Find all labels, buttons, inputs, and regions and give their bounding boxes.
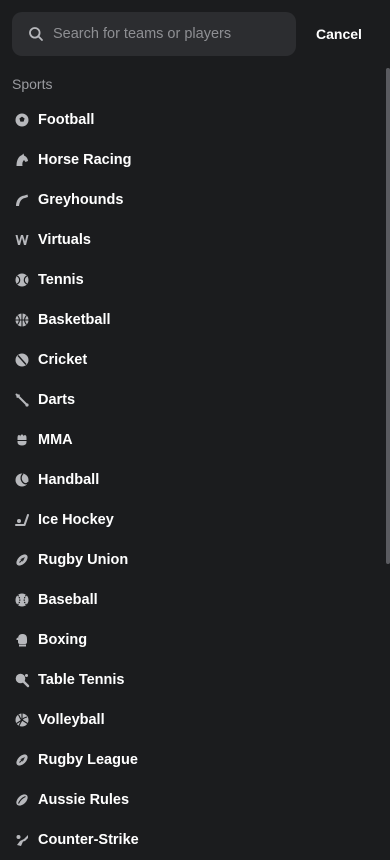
scrollbar[interactable]: [386, 68, 390, 564]
sport-item-rugby-league[interactable]: Rugby League: [0, 740, 386, 780]
sport-item-handball[interactable]: Handball: [0, 460, 386, 500]
sport-item-label: Counter-Strike: [38, 832, 139, 848]
sport-item-label: Handball: [38, 472, 100, 488]
search-header: Cancel: [0, 0, 390, 68]
sport-item-cricket[interactable]: Cricket: [0, 340, 386, 380]
counter-strike-icon: [14, 832, 30, 848]
sport-item-label: Tennis: [38, 272, 84, 288]
sport-item-label: Cricket: [38, 352, 88, 368]
sport-item-volleyball[interactable]: Volleyball: [0, 700, 386, 740]
sport-item-boxing[interactable]: Boxing: [0, 620, 386, 660]
sport-item-tennis[interactable]: Tennis: [0, 260, 386, 300]
sport-item-horse-racing[interactable]: Horse Racing: [0, 140, 386, 180]
sport-item-darts[interactable]: Darts: [0, 380, 386, 420]
sport-item-label: Rugby League: [38, 752, 138, 768]
section-title-sports: Sports: [12, 76, 53, 92]
tennis-icon: [14, 272, 30, 288]
virtuals-icon: [14, 232, 30, 248]
rugby-league-icon: [14, 752, 30, 768]
sport-item-aussie-rules[interactable]: Aussie Rules: [0, 780, 386, 820]
sport-item-baseball[interactable]: Baseball: [0, 580, 386, 620]
sport-item-label: Boxing: [38, 632, 88, 648]
sport-item-counter-strike[interactable]: Counter-Strike: [0, 820, 386, 860]
rugby-union-icon: [14, 552, 30, 568]
horse-racing-icon: [14, 152, 30, 168]
sport-item-football[interactable]: Football: [0, 100, 386, 140]
sports-list: Football Horse Racing Greyhounds Virtuals Te…: [0, 100, 386, 860]
sport-item-label: Ice Hockey: [38, 512, 114, 528]
handball-icon: [14, 472, 30, 488]
sport-item-table-tennis[interactable]: Table Tennis: [0, 660, 386, 700]
sport-item-label: Table Tennis: [38, 672, 125, 688]
sport-item-rugby-union[interactable]: Rugby Union: [0, 540, 386, 580]
search-bar[interactable]: [12, 12, 296, 56]
boxing-icon: [14, 632, 30, 648]
sport-item-label: Football: [38, 112, 95, 128]
sport-item-label: Greyhounds: [38, 192, 124, 208]
sport-item-ice-hockey[interactable]: Ice Hockey: [0, 500, 386, 540]
aussie-rules-icon: [14, 792, 30, 808]
sport-item-label: Aussie Rules: [38, 792, 130, 808]
search-icon: [29, 27, 43, 41]
cricket-icon: [14, 352, 30, 368]
sport-item-label: MMA: [38, 432, 73, 448]
darts-icon: [14, 392, 30, 408]
volleyball-icon: [14, 712, 30, 728]
greyhound-icon: [14, 192, 30, 208]
cancel-button[interactable]: Cancel: [307, 23, 371, 45]
sport-item-label: Baseball: [38, 592, 98, 608]
football-icon: [14, 112, 30, 128]
mma-icon: [14, 432, 30, 448]
sport-item-label: Rugby Union: [38, 552, 129, 568]
basketball-icon: [14, 312, 30, 328]
sport-item-mma[interactable]: MMA: [0, 420, 386, 460]
baseball-icon: [14, 592, 30, 608]
sport-item-basketball[interactable]: Basketball: [0, 300, 386, 340]
sport-item-label: Virtuals: [38, 232, 91, 248]
table-tennis-icon: [14, 672, 30, 688]
sport-item-label: Darts: [38, 392, 76, 408]
sport-item-greyhounds[interactable]: Greyhounds: [0, 180, 386, 220]
sport-item-label: Basketball: [38, 312, 111, 328]
sport-item-label: Volleyball: [38, 712, 105, 728]
sport-item-label: Horse Racing: [38, 152, 132, 168]
sport-item-virtuals[interactable]: Virtuals: [0, 220, 386, 260]
ice-hockey-icon: [14, 512, 30, 528]
search-input[interactable]: [53, 26, 273, 42]
